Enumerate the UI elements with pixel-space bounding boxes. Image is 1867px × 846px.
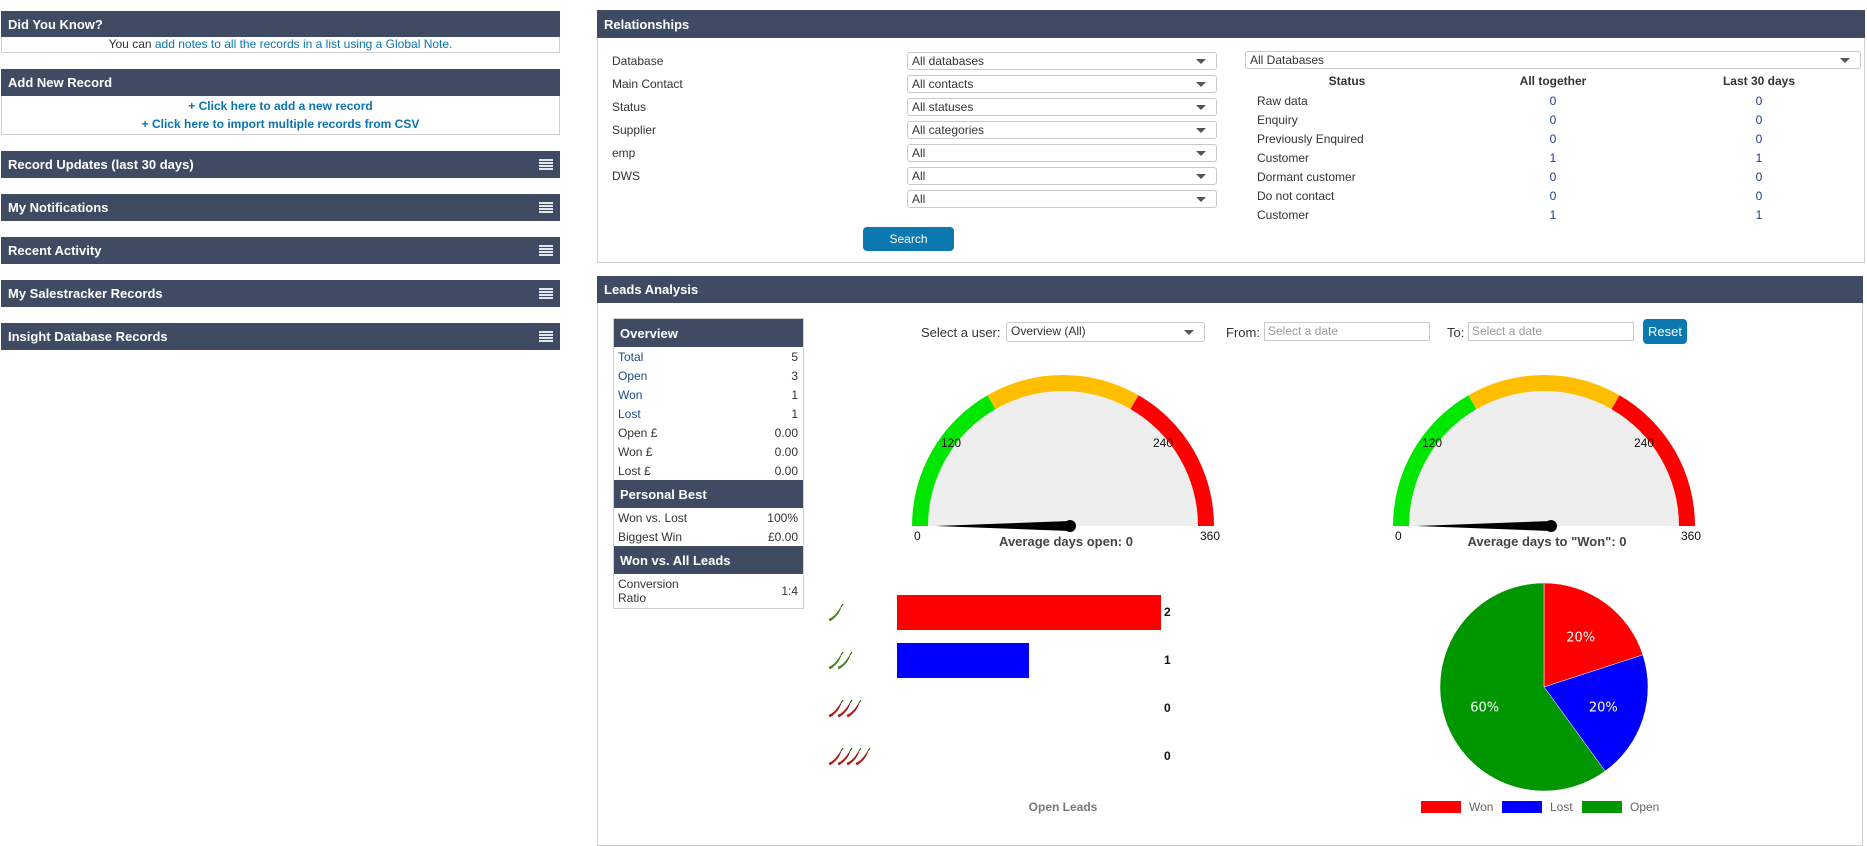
bar	[897, 643, 1029, 678]
legend-label: Open	[1630, 800, 1660, 814]
gauge-tick-label: 120	[941, 436, 962, 450]
gauge-tick-label: 120	[1422, 436, 1443, 450]
legend-item[interactable]: Lost	[1502, 800, 1573, 814]
gauge-tick-label: 0	[914, 529, 921, 543]
chilli-icon	[828, 699, 862, 718]
chilli-icon	[828, 651, 853, 670]
gauge-2	[1393, 375, 1695, 532]
gauge-tick-label: 240	[1634, 436, 1655, 450]
bar-value-label: 2	[1164, 605, 1171, 619]
legend-swatch	[1502, 801, 1542, 813]
gauge-needle-hub	[1064, 520, 1076, 532]
legend-swatch	[1421, 801, 1461, 813]
legend-label: Lost	[1550, 800, 1573, 814]
gauge-title: Average days to "Won": 0	[1467, 534, 1627, 549]
bar-value-label: 0	[1164, 701, 1171, 715]
gauge-tick-label: 360	[1200, 529, 1221, 543]
bar-value-label: 1	[1164, 653, 1171, 667]
legend-swatch	[1582, 801, 1622, 813]
chilli-icon	[828, 747, 871, 766]
bar-chart-title: Open Leads	[1028, 800, 1098, 814]
pie-slice-label: 60%	[1470, 700, 1499, 715]
gauge-title: Average days open: 0	[999, 534, 1133, 549]
legend-label: Won	[1469, 800, 1494, 814]
gauge-tick-label: 240	[1153, 436, 1174, 450]
gauge-1	[912, 375, 1214, 532]
gauge-tick-label: 0	[1395, 529, 1402, 543]
pie-slice-label: 20%	[1589, 700, 1618, 715]
chilli-icon	[828, 603, 844, 622]
legend-item[interactable]: Open	[1582, 800, 1659, 814]
gauge-needle-hub	[1545, 520, 1557, 532]
legend-item[interactable]: Won	[1421, 800, 1493, 814]
leads-charts: 20% 20% 60%	[828, 375, 1695, 792]
pie-slice-label: 20%	[1566, 631, 1595, 646]
bar-value-label: 0	[1164, 749, 1171, 763]
gauge-tick-label: 360	[1681, 529, 1702, 543]
bar	[897, 595, 1161, 630]
